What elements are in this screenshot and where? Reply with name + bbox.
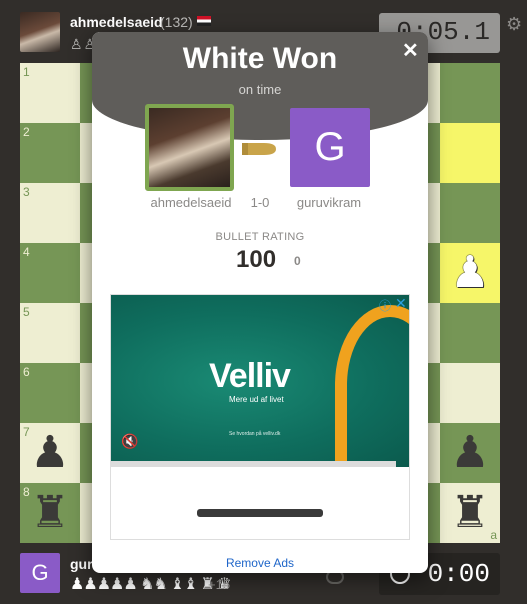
board-square[interactable]: [440, 183, 500, 243]
black-pawn-piece[interactable]: ♟: [440, 423, 500, 483]
info-icon[interactable]: ⓘ: [379, 297, 391, 314]
rank-label: 3: [23, 185, 30, 199]
ad-close-icon[interactable]: ✕: [395, 295, 407, 312]
ad-cta: Se hvordan på velliv.dk: [229, 431, 281, 437]
board-square-highlighted[interactable]: [440, 123, 500, 183]
rank-label: 6: [23, 365, 30, 379]
bottom-player-avatar[interactable]: G: [20, 553, 60, 593]
rank-label: 1: [23, 65, 30, 79]
board-square[interactable]: 2: [20, 123, 80, 183]
board-square[interactable]: [440, 363, 500, 423]
ad-progress-bar: [111, 461, 396, 467]
white-pawn-piece[interactable]: ♟: [440, 243, 500, 303]
gear-icon[interactable]: ⚙: [506, 14, 522, 35]
file-label: h: [70, 528, 77, 542]
winner-avatar[interactable]: [145, 104, 234, 191]
board-square[interactable]: ♟: [440, 423, 500, 483]
loser-avatar[interactable]: G: [290, 108, 370, 187]
file-label: b: [430, 528, 437, 542]
bottom-captured-pieces: ♟♟♟♟♟ ♞♞ ♝♝ ♜ ♛: [70, 576, 232, 593]
material-advantage: +15: [208, 577, 231, 592]
mute-icon[interactable]: 🔇: [121, 433, 138, 450]
loser-name[interactable]: guruvikram: [272, 195, 386, 210]
modal-title: White Won: [182, 42, 338, 75]
egypt-flag-icon: [197, 16, 211, 26]
ad-banner[interactable]: Velliv Mere ud af livet Se hvordan på ve…: [111, 295, 409, 467]
board-square[interactable]: 6: [20, 363, 80, 423]
close-icon[interactable]: ✕: [402, 38, 419, 63]
board-square[interactable]: 5: [20, 303, 80, 363]
top-player-rating: (132): [160, 14, 193, 30]
bullet-icon: [242, 143, 276, 155]
board-square[interactable]: 8 ♜ h: [20, 483, 80, 543]
board-square[interactable]: 4: [20, 243, 80, 303]
board-square-highlighted[interactable]: ♟: [440, 243, 500, 303]
modal-subtitle: on time: [238, 82, 282, 97]
board-square[interactable]: ♜ a: [440, 483, 500, 543]
ad-brand: Velliv: [209, 357, 291, 395]
board-square[interactable]: [440, 303, 500, 363]
file-label: a: [490, 528, 497, 542]
rating-label: BULLET RATING: [215, 231, 305, 243]
rating-delta: 0: [294, 254, 301, 268]
ad-button-bar[interactable]: [197, 509, 323, 517]
advertisement[interactable]: Velliv Mere ud af livet Se hvordan på ve…: [110, 294, 410, 540]
top-player-name[interactable]: ahmedelsaeid: [70, 14, 163, 30]
winner-name[interactable]: ahmedelsaeid: [126, 195, 256, 210]
remove-ads-link[interactable]: Remove Ads: [92, 556, 428, 570]
board-square[interactable]: [440, 63, 500, 123]
rank-label: 2: [23, 125, 30, 139]
board-square[interactable]: 7 ♟: [20, 423, 80, 483]
board-square[interactable]: 1: [20, 63, 80, 123]
bottom-player-name[interactable]: gur: [70, 556, 93, 572]
board-square[interactable]: 3: [20, 183, 80, 243]
rank-label: 4: [23, 245, 30, 259]
game-over-modal: White Won on time ✕ G ahmedelsaeid 1-0 g…: [92, 32, 428, 573]
black-pawn-piece[interactable]: ♟: [20, 423, 80, 483]
rating-value: 100: [236, 246, 277, 273]
ad-logo-swirl: [335, 305, 409, 465]
ad-tagline: Mere ud af livet: [229, 395, 284, 404]
top-player-avatar[interactable]: [20, 12, 60, 52]
rank-label: 5: [23, 305, 30, 319]
